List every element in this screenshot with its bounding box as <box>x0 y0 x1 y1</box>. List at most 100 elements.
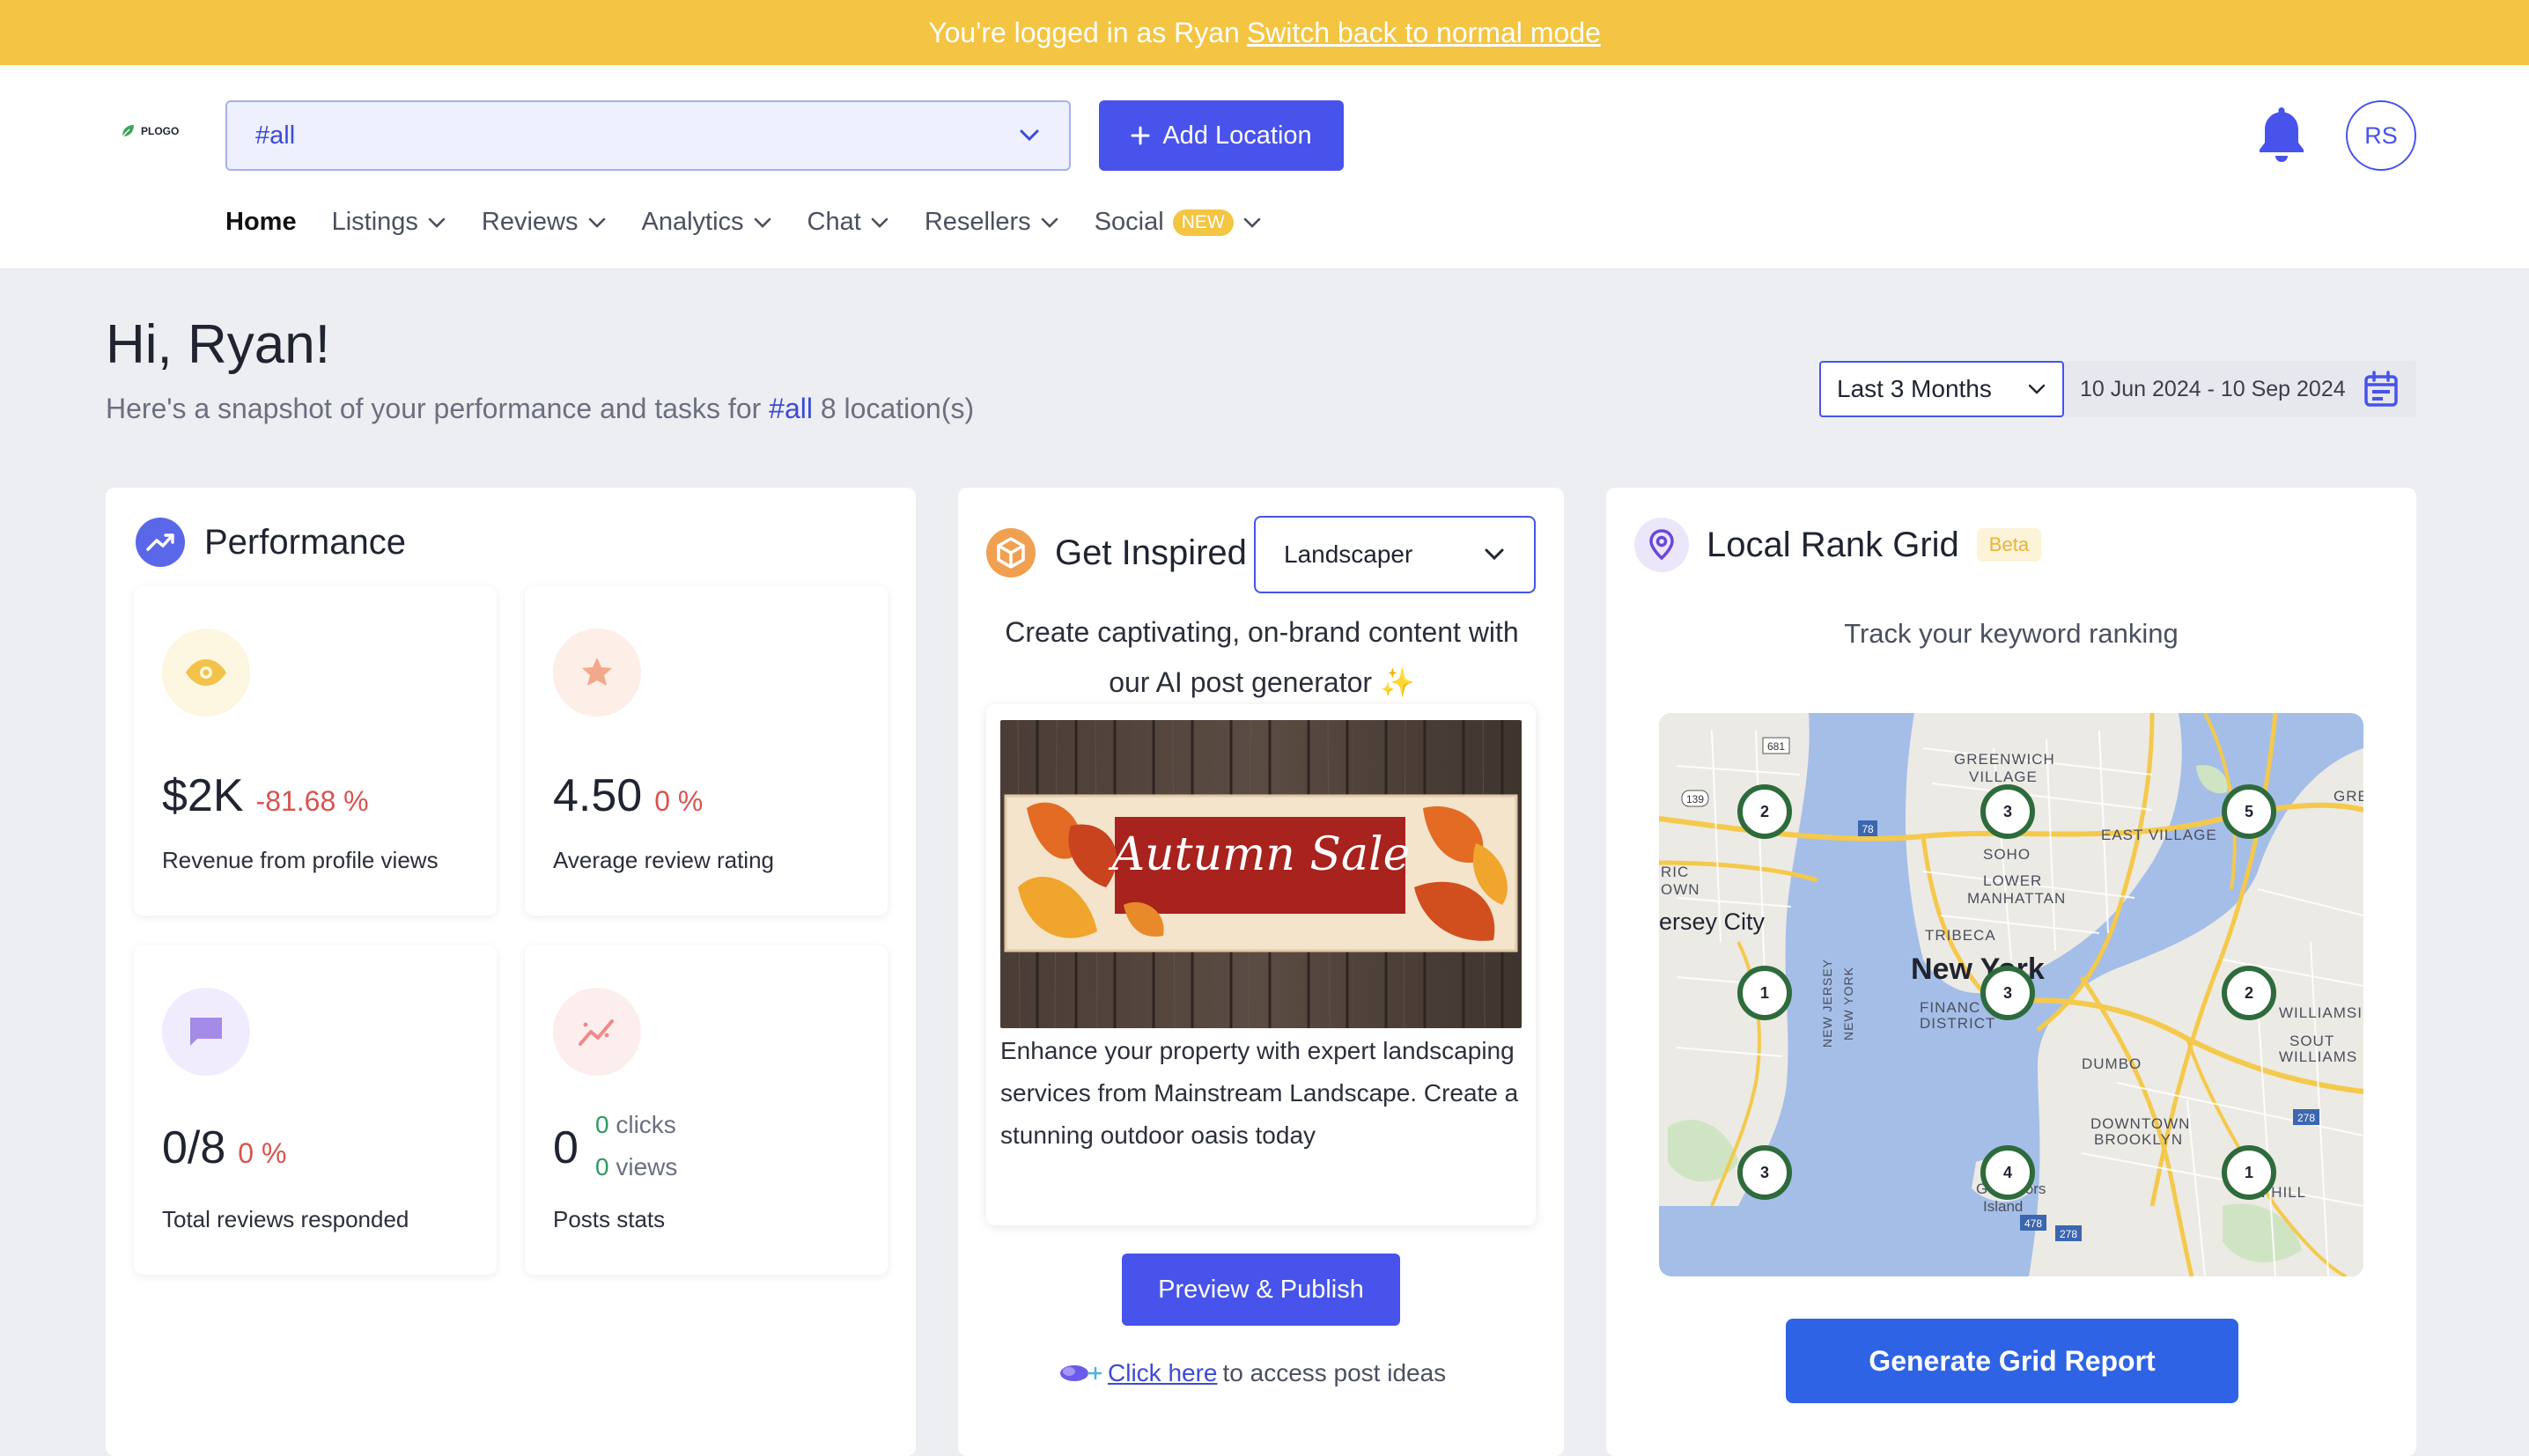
sparkle-icon: ✨ <box>1379 666 1415 698</box>
route-shield: 139 <box>1686 793 1704 805</box>
rank-grid-title: Local Rank Grid Beta <box>1634 518 2042 572</box>
post-caption: Enhance your property with expert landsc… <box>1000 1037 1519 1149</box>
nav-label: Resellers <box>924 208 1031 236</box>
map-label: WILLIAMS <box>2279 1048 2357 1065</box>
add-location-button[interactable]: Add Location <box>1099 100 1344 171</box>
date-range-text: 10 Jun 2024 - 10 Sep 2024 <box>2080 376 2346 401</box>
stat-label: Posts stats <box>553 1206 666 1232</box>
trending-up-icon <box>136 518 185 567</box>
stat-number: 0/8 <box>162 1122 226 1173</box>
stat-card-reviews-responded[interactable]: 0/8 0 % Total reviews responded <box>134 945 497 1275</box>
rank-pin[interactable]: 3 <box>1980 784 2035 839</box>
stat-card-rating[interactable]: 4.50 0 % Average review rating <box>525 586 888 916</box>
generate-grid-report-button[interactable]: Generate Grid Report <box>1786 1319 2238 1403</box>
svg-text:2: 2 <box>1760 803 1769 820</box>
nav-listings[interactable]: Listings <box>332 208 446 237</box>
stat-delta: 0 % <box>654 785 704 817</box>
stat-delta: -81.68 % <box>255 785 369 817</box>
impersonation-banner: You're logged in as Ryan Switch back to … <box>0 0 2529 65</box>
eye-icon <box>162 629 250 717</box>
user-avatar[interactable]: RS <box>2346 100 2416 171</box>
image-title: Autumn Sale <box>1109 828 1411 881</box>
star-icon <box>553 629 641 717</box>
stat-number: $2K <box>162 770 244 821</box>
page-subtitle: Here's a snapshot of your performance an… <box>106 393 974 425</box>
stat-value: 4.50 0 % <box>553 769 703 822</box>
map-label: VILLAGE <box>1969 768 2038 785</box>
nav-social[interactable]: Social NEW <box>1095 208 1262 237</box>
chevron-down-icon <box>588 217 605 228</box>
image-subtitle: SPECIAL • OFFER <box>1198 893 1366 915</box>
location-select-value: #all <box>255 121 296 150</box>
nav-label: Chat <box>807 208 861 236</box>
rank-pin[interactable]: 2 <box>1737 784 1792 839</box>
stat-value: 0/8 0 % <box>162 1121 286 1174</box>
map-label: DISTRICT <box>1920 1015 1995 1032</box>
map-label: NEW JERSEY <box>1820 959 1834 1048</box>
stat-card-posts[interactable]: 0 0 clicks 0 views Posts stats <box>525 945 888 1275</box>
rank-pin[interactable]: 3 <box>1737 1145 1792 1200</box>
stat-label: Total reviews responded <box>162 1206 409 1232</box>
date-range-value: Last 3 Months <box>1837 375 1992 402</box>
location-select[interactable]: #all <box>225 100 1071 171</box>
rank-pin[interactable]: 3 <box>1980 966 2035 1020</box>
map-label: DUMBO <box>2082 1055 2142 1072</box>
inspire-desc-line2-wrap: our AI post generator ✨ <box>976 658 1548 708</box>
subtitle-text: Here's a snapshot of your performance an… <box>106 393 762 424</box>
views-value: 0 <box>595 1153 609 1180</box>
chevron-down-icon <box>1243 217 1260 228</box>
map-label: DOWNTOWN <box>2090 1115 2190 1132</box>
subtitle-location-tag: #all <box>769 393 813 424</box>
rank-pin[interactable]: 1 <box>1737 966 1792 1020</box>
map-label: OWN <box>1661 881 1700 898</box>
main-nav: Home Listings Reviews Analytics Chat Res… <box>225 208 1262 237</box>
switch-back-link[interactable]: Switch back to normal mode <box>1247 17 1601 49</box>
chat-icon <box>162 988 250 1076</box>
box-icon <box>986 528 1036 577</box>
rank-grid-title-text: Local Rank Grid <box>1707 525 1959 564</box>
map-label: MANHATTAN <box>1967 890 2066 907</box>
views-label: views <box>616 1153 678 1180</box>
inspire-desc-line1: Create captivating, on-brand content wit… <box>1005 616 1519 648</box>
rank-pin[interactable]: 4 <box>1980 1145 2035 1200</box>
rank-pin[interactable]: 2 <box>2222 966 2276 1020</box>
stat-value: 0 <box>553 1122 579 1173</box>
nav-reviews[interactable]: Reviews <box>482 208 607 237</box>
chevron-down-icon <box>871 217 888 228</box>
map-label: BROOKLYN <box>2094 1131 2183 1148</box>
business-category-select[interactable]: Landscaper <box>1254 516 1536 593</box>
inspire-title: Get Inspired <box>986 528 1247 577</box>
route-shield: 478 <box>2024 1217 2042 1230</box>
rank-pin[interactable]: 1 <box>2222 1145 2276 1200</box>
stat-number: 4.50 <box>553 770 643 821</box>
nav-chat[interactable]: Chat <box>807 208 889 237</box>
page-title: Hi, Ryan! <box>106 314 330 375</box>
map-label: GRE <box>2334 788 2363 805</box>
rank-grid-map[interactable]: GREENWICH VILLAGE SOHO EAST VILLAGE GRE … <box>1659 713 2363 1276</box>
rank-pin[interactable]: 5 <box>2222 784 2276 839</box>
date-range-select[interactable]: Last 3 Months <box>1819 361 2064 417</box>
notifications-bell-icon[interactable] <box>2254 104 2309 170</box>
svg-text:1: 1 <box>1760 984 1769 1002</box>
nav-analytics[interactable]: Analytics <box>642 208 772 237</box>
map-label: NEW YORK <box>1841 967 1855 1041</box>
nav-label: Analytics <box>641 208 744 236</box>
brand-logo[interactable]: PLOGO <box>120 123 179 139</box>
chevron-down-icon <box>754 217 770 228</box>
stat-card-revenue[interactable]: $2K -81.68 % Revenue from profile views <box>134 586 497 916</box>
generate-grid-report-label: Generate Grid Report <box>1869 1344 2156 1377</box>
inspire-description: Create captivating, on-brand content wit… <box>976 607 1548 708</box>
map-label: Island <box>1983 1198 2023 1215</box>
date-range-picker[interactable]: 10 Jun 2024 - 10 Sep 2024 <box>2064 361 2416 417</box>
nav-resellers[interactable]: Resellers <box>925 208 1059 237</box>
preview-publish-button[interactable]: Preview & Publish <box>1122 1254 1400 1326</box>
nav-home[interactable]: Home <box>225 208 297 237</box>
route-shield: 278 <box>2060 1228 2077 1240</box>
click-here-link[interactable]: Click here <box>1108 1359 1217 1387</box>
calendar-icon <box>2364 371 2398 407</box>
plus-icon <box>1131 126 1150 145</box>
chevron-down-icon <box>2028 384 2046 394</box>
chevron-down-icon <box>1041 217 1058 228</box>
post-ideas-link-row: Click here to access post ideas <box>1057 1359 1446 1387</box>
map-label: RIC <box>1661 864 1689 880</box>
